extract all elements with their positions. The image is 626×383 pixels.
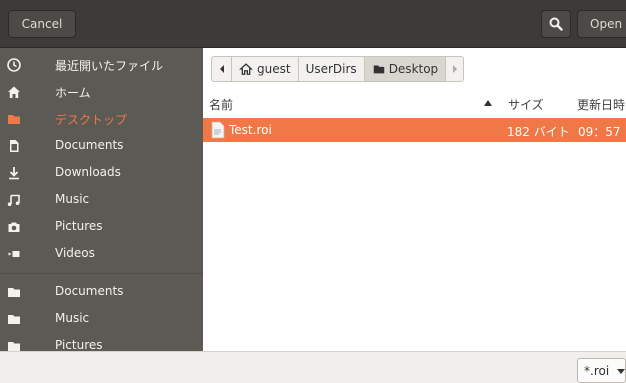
- sidebar-item-label: デスクトップ: [55, 113, 128, 127]
- sidebar-item-label: Documents: [55, 138, 124, 152]
- path-forward-button[interactable]: [446, 56, 465, 82]
- chevron-down-icon: [617, 369, 625, 374]
- sidebar-item-label: Downloads: [55, 165, 121, 179]
- folder-icon: [8, 342, 20, 351]
- sidebar-item-label: Pictures: [55, 338, 103, 351]
- video-icon: [8, 251, 20, 257]
- column-header: 名前 サイズ 更新日時: [203, 92, 626, 114]
- sidebar-item-downloads[interactable]: Downloads: [0, 160, 203, 187]
- sidebar-separator: [0, 273, 203, 274]
- column-size-header[interactable]: サイズ: [508, 96, 544, 113]
- sidebar-item-label: Documents: [55, 284, 124, 298]
- sidebar-item-videos[interactable]: Videos: [0, 241, 203, 268]
- filter-value: *.roi: [584, 364, 610, 378]
- folder-icon: [373, 65, 384, 74]
- sidebar-item-label: Pictures: [55, 219, 103, 233]
- table-row[interactable]: Test.roi 182 バイト 09：57: [203, 118, 626, 142]
- path-segment-desktop[interactable]: Desktop: [364, 56, 447, 82]
- sidebar-item-bookmark-pictures[interactable]: Pictures: [0, 333, 203, 351]
- chevron-left-icon: [219, 65, 224, 73]
- places-sidebar: 最近開いたファイル ホーム デスクトップ Documents Downloads…: [0, 48, 203, 351]
- file-icon: [211, 121, 225, 139]
- column-name-header[interactable]: 名前: [209, 96, 233, 113]
- sidebar-item-pictures[interactable]: Pictures: [0, 214, 203, 241]
- home-icon: [239, 63, 253, 75]
- sort-ascending-icon: [484, 100, 492, 106]
- open-button[interactable]: Open: [577, 10, 626, 38]
- download-icon: [9, 167, 19, 180]
- file-browser: guest UserDirs Desktop 名前 サイズ 更新日時 Test.…: [203, 48, 626, 351]
- music-icon: [7, 194, 20, 206]
- footer-bar: [0, 351, 626, 383]
- document-icon: [10, 140, 19, 152]
- header-bar: Cancel Open: [0, 0, 626, 48]
- path-segment-home[interactable]: guest: [232, 56, 299, 82]
- sidebar-item-music[interactable]: Music: [0, 187, 203, 214]
- path-segment-userdirs[interactable]: UserDirs: [298, 56, 365, 82]
- folder-icon: [8, 115, 20, 124]
- path-bar: guest UserDirs Desktop: [211, 56, 465, 82]
- file-size: 182 バイト: [507, 125, 570, 139]
- clock-icon: [7, 58, 21, 72]
- cancel-button[interactable]: Cancel: [8, 10, 76, 38]
- sidebar-item-label: Videos: [55, 246, 95, 260]
- sidebar-item-desktop[interactable]: デスクトップ: [0, 106, 203, 133]
- folder-icon: [8, 288, 20, 297]
- file-name: Test.roi: [229, 123, 272, 137]
- sidebar-item-recent[interactable]: 最近開いたファイル: [0, 52, 203, 79]
- sidebar-item-bookmark-music[interactable]: Music: [0, 306, 203, 333]
- folder-icon: [8, 315, 20, 324]
- search-button[interactable]: [541, 10, 571, 38]
- file-filter-dropdown[interactable]: *.roi: [577, 358, 626, 383]
- sidebar-item-label: Music: [55, 311, 90, 325]
- path-segment-label: guest: [257, 62, 291, 76]
- sidebar-item-label: ホーム: [55, 86, 91, 100]
- path-segment-label: Desktop: [388, 62, 439, 76]
- camera-icon: [8, 222, 20, 232]
- sidebar-item-home[interactable]: ホーム: [0, 79, 203, 106]
- sidebar-item-label: Music: [55, 192, 90, 206]
- sidebar-item-documents[interactable]: Documents: [0, 133, 203, 160]
- search-icon: [549, 17, 563, 31]
- path-segment-label: UserDirs: [305, 62, 357, 76]
- sidebar-item-bookmark-documents[interactable]: Documents: [0, 279, 203, 306]
- path-back-button[interactable]: [211, 56, 232, 82]
- file-modified: 09：57: [578, 125, 621, 139]
- home-icon: [8, 86, 20, 98]
- sidebar-item-label: 最近開いたファイル: [55, 59, 164, 73]
- column-modified-header[interactable]: 更新日時: [577, 96, 625, 113]
- chevron-right-icon: [452, 65, 457, 73]
